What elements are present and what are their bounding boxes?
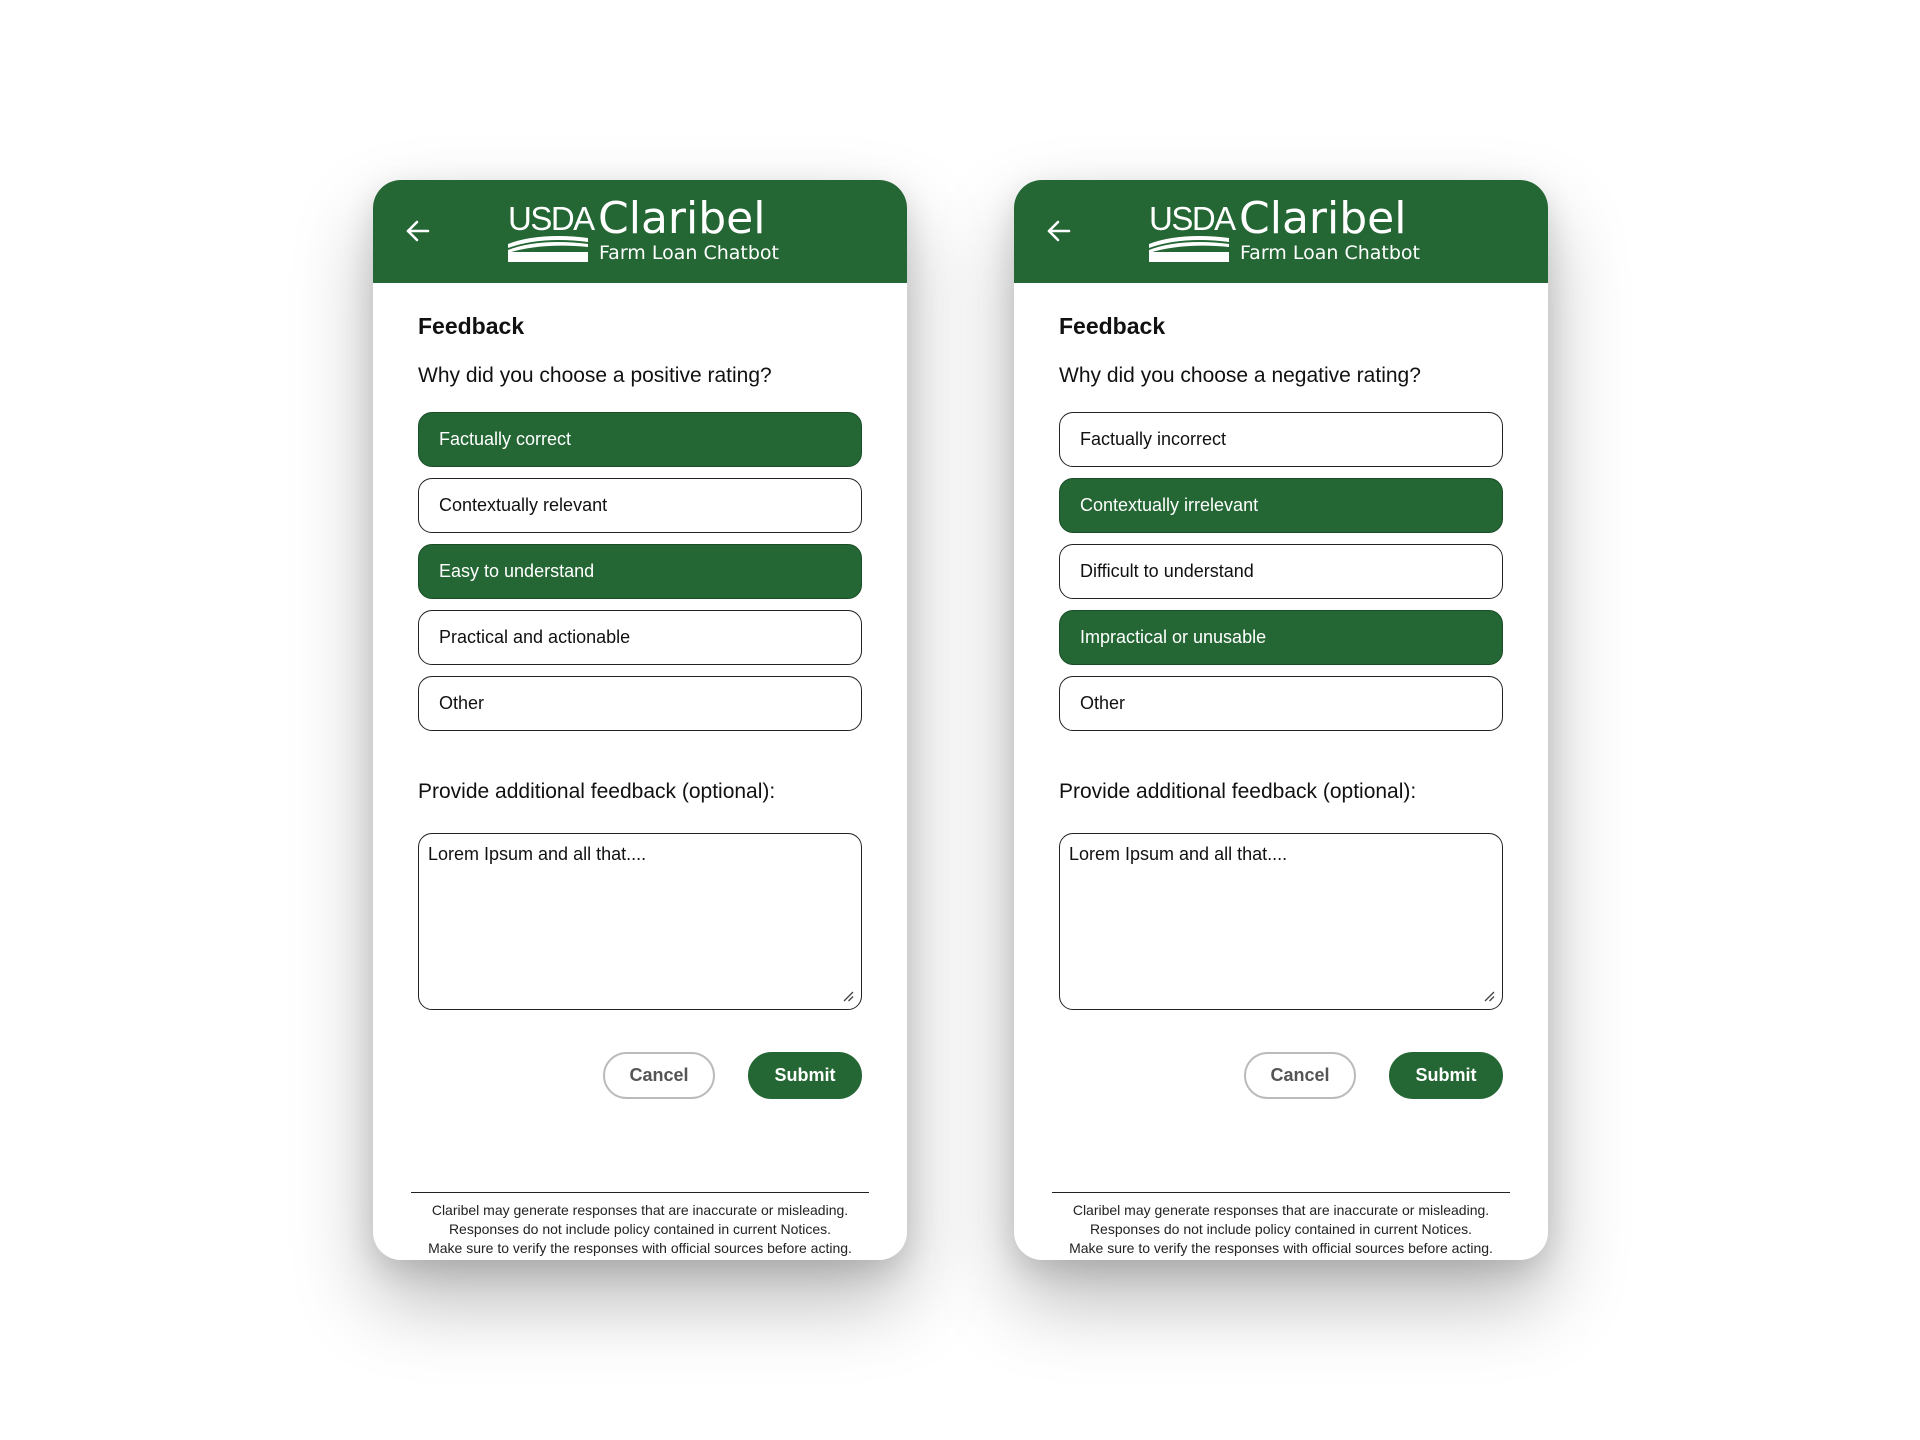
option-factually-incorrect[interactable]: Factually incorrect [1059, 412, 1503, 467]
usda-logo: USDA [1149, 202, 1236, 262]
disclaimer: Claribel may generate responses that are… [1052, 1192, 1510, 1260]
additional-feedback-input[interactable]: Lorem Ipsum and all that.... [418, 833, 862, 1010]
option-difficult-to-understand[interactable]: Difficult to understand [1059, 544, 1503, 599]
rating-question: Why did you choose a positive rating? [418, 364, 772, 387]
option-practical-and-actionable[interactable]: Practical and actionable [418, 610, 862, 665]
brand-title: Claribel [598, 193, 766, 244]
resize-grip-icon[interactable] [842, 990, 854, 1002]
usda-logo-text: USDA [1149, 200, 1236, 237]
additional-feedback-label: Provide additional feedback (optional): [418, 780, 776, 803]
disclaimer-line: Claribel may generate responses that are… [431, 1202, 849, 1218]
app-header: USDA Claribel Farm Loan Chatbot [1014, 180, 1548, 283]
back-arrow-icon[interactable] [403, 216, 433, 246]
option-other[interactable]: Other [418, 676, 862, 731]
disclaimer-line: Make sure to verify the responses with o… [428, 1240, 852, 1256]
option-contextually-relevant[interactable]: Contextually relevant [418, 478, 862, 533]
disclaimer-line: Claribel may generate responses that are… [1072, 1202, 1490, 1218]
additional-feedback-label: Provide additional feedback (optional): [1059, 780, 1417, 803]
disclaimer-line: Responses do not include policy containe… [1089, 1221, 1473, 1237]
usda-logo: USDA [508, 202, 595, 262]
rating-question: Why did you choose a negative rating? [1059, 364, 1421, 387]
option-impractical-or-unusable[interactable]: Impractical or unusable [1059, 610, 1503, 665]
option-contextually-irrelevant[interactable]: Contextually irrelevant [1059, 478, 1503, 533]
usda-logo-field-icon [1149, 236, 1229, 262]
option-factually-correct[interactable]: Factually correct [418, 412, 862, 467]
usda-logo-text: USDA [508, 200, 595, 237]
form-actions: Cancel Submit [1059, 1052, 1503, 1100]
option-easy-to-understand[interactable]: Easy to understand [418, 544, 862, 599]
cancel-button[interactable]: Cancel [1244, 1052, 1356, 1099]
back-arrow-icon[interactable] [1044, 216, 1074, 246]
disclaimer: Claribel may generate responses that are… [411, 1192, 869, 1260]
additional-feedback-input[interactable]: Lorem Ipsum and all that.... [1059, 833, 1503, 1010]
feedback-screen-positive: USDA Claribel Farm Loan Chatbot Feedback… [373, 180, 907, 1260]
disclaimer-line: Responses do not include policy containe… [448, 1221, 832, 1237]
reason-options: Factually correct Contextually relevant … [418, 412, 862, 742]
section-title: Feedback [1059, 313, 1166, 339]
usda-logo-field-icon [508, 236, 588, 262]
brand-subtitle: Farm Loan Chatbot [599, 242, 779, 264]
reason-options: Factually incorrect Contextually irrelev… [1059, 412, 1503, 742]
mockup-stage: USDA Claribel Farm Loan Chatbot Feedback… [0, 0, 1920, 1440]
brand-subtitle: Farm Loan Chatbot [1240, 242, 1420, 264]
cancel-button[interactable]: Cancel [603, 1052, 715, 1099]
feedback-screen-negative: USDA Claribel Farm Loan Chatbot Feedback… [1014, 180, 1548, 1260]
submit-button[interactable]: Submit [1389, 1052, 1503, 1099]
section-title: Feedback [418, 313, 525, 339]
resize-grip-icon[interactable] [1483, 990, 1495, 1002]
disclaimer-line: Make sure to verify the responses with o… [1069, 1240, 1493, 1256]
form-actions: Cancel Submit [418, 1052, 862, 1100]
option-other[interactable]: Other [1059, 676, 1503, 731]
brand-title: Claribel [1239, 193, 1407, 244]
submit-button[interactable]: Submit [748, 1052, 862, 1099]
app-header: USDA Claribel Farm Loan Chatbot [373, 180, 907, 283]
